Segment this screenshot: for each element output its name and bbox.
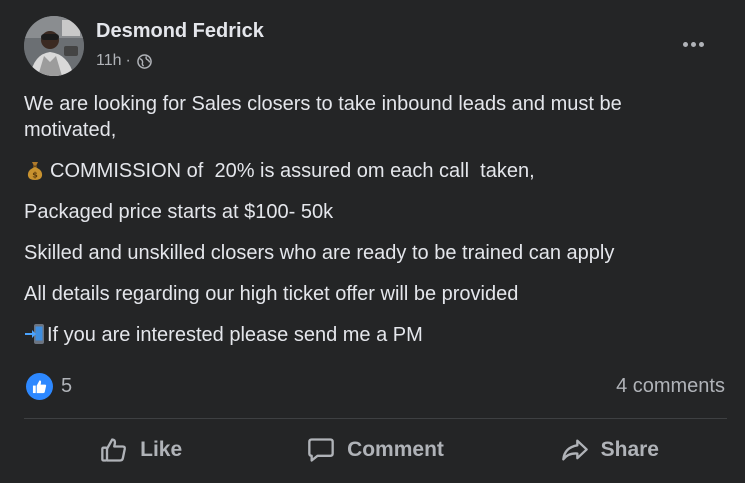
avatar[interactable] bbox=[24, 16, 84, 76]
comment-label: Comment bbox=[347, 438, 444, 461]
author-name[interactable]: Desmond Fedrick bbox=[96, 20, 264, 43]
more-options-button[interactable] bbox=[675, 32, 711, 56]
like-button[interactable]: Like bbox=[24, 425, 258, 475]
post-body: We are looking for Sales closers to take… bbox=[24, 91, 714, 363]
share-label: Share bbox=[600, 438, 659, 461]
like-reaction-icon bbox=[26, 373, 53, 400]
meta-separator: · bbox=[125, 52, 131, 69]
like-label: Like bbox=[140, 438, 183, 461]
svg-text:$: $ bbox=[32, 171, 38, 180]
more-options-icon bbox=[682, 41, 688, 47]
post-line: We are looking for Sales closers to take… bbox=[24, 93, 628, 141]
reaction-count: 5 bbox=[61, 375, 73, 397]
post-line: Skilled and unskilled closers who are re… bbox=[24, 242, 615, 264]
post-line: If you are interested please send me a P… bbox=[24, 322, 714, 348]
post-meta: 11h · bbox=[96, 52, 152, 70]
post-actions: Like Comment Share bbox=[24, 425, 727, 475]
comment-button[interactable]: Comment bbox=[258, 425, 492, 475]
post-line: $ COMMISSION of 20% is assured om each c… bbox=[24, 158, 714, 184]
reactions-summary[interactable]: 5 bbox=[26, 373, 72, 400]
post-line: Packaged price starts at $100- 50k bbox=[24, 201, 334, 223]
share-button[interactable]: Share bbox=[493, 425, 727, 475]
divider bbox=[24, 418, 727, 419]
post-header: Desmond Fedrick 11h · bbox=[24, 16, 729, 78]
post-timestamp[interactable]: 11h bbox=[96, 52, 122, 70]
mobile-phone-arrow-emoji bbox=[24, 323, 46, 345]
share-arrow-icon bbox=[561, 439, 588, 461]
thumbs-up-icon bbox=[101, 438, 127, 462]
globe-icon[interactable] bbox=[137, 53, 152, 69]
post-card: Desmond Fedrick 11h · We are looking for… bbox=[0, 0, 745, 483]
profile-avatar-icon bbox=[24, 16, 84, 76]
post-line: All details regarding our high ticket of… bbox=[24, 283, 519, 305]
comment-bubble-icon bbox=[308, 438, 334, 462]
money-bag-emoji: $ bbox=[24, 159, 46, 181]
comments-count[interactable]: 4 comments bbox=[616, 375, 725, 398]
